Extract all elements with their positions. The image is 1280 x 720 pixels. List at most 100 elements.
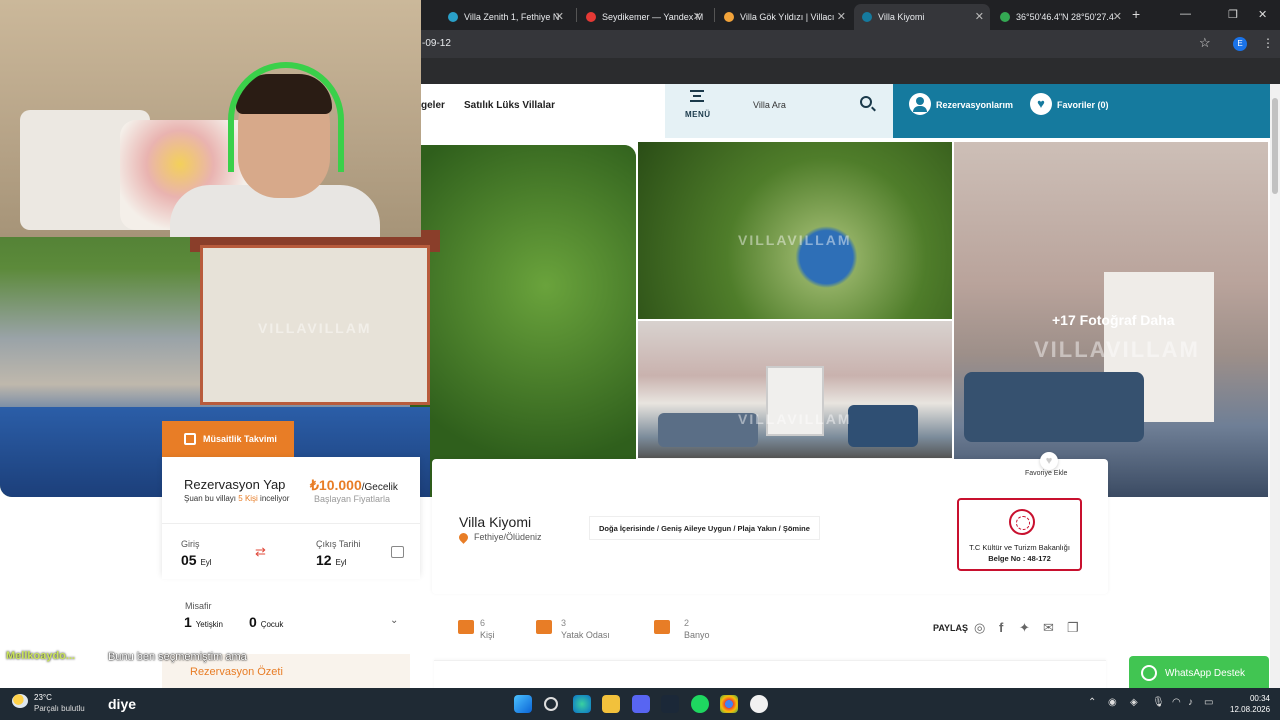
photo-sofa [964, 372, 1144, 442]
close-icon[interactable]: ✕ [555, 10, 564, 23]
user-icon[interactable] [909, 93, 931, 115]
children-label: Çocuk [260, 620, 284, 629]
adults-value: 1 [184, 614, 192, 630]
tab-villa-gok-yildizi[interactable]: Villa Gök Yıldızı | Villacı ✕ [716, 4, 852, 30]
my-reservations-link[interactable]: Rezervasyonlarım [936, 100, 1013, 110]
villa-search-input[interactable]: Villa Ara [753, 100, 786, 110]
typed-caption: diye [108, 696, 137, 712]
tray-app-icon[interactable]: ◈ [1130, 697, 1138, 708]
bookmark-star-icon[interactable]: ☆ [1199, 35, 1211, 51]
heart-icon[interactable]: ♥ [1040, 452, 1058, 470]
chrome-icon[interactable] [720, 695, 738, 713]
url-text[interactable]: -09-12 [422, 38, 451, 49]
price-note: Başlayan Fiyatlarla [314, 494, 391, 504]
file-explorer-icon[interactable] [602, 695, 620, 713]
spotify-icon[interactable] [691, 695, 709, 713]
discord-icon[interactable] [632, 695, 650, 713]
availability-calendar-label: Müsaitlik Takvimi [203, 434, 277, 444]
bed-icon [536, 620, 552, 634]
villa-location: Fethiye/Ölüdeniz [457, 530, 542, 544]
close-icon[interactable]: ✕ [1113, 10, 1122, 23]
tab-villa-kiyomi[interactable]: Villa Kiyomi ✕ [854, 4, 990, 30]
search-icon[interactable] [860, 96, 872, 108]
edge-icon[interactable] [573, 695, 591, 713]
tab-coordinates-map[interactable]: 36°50'46.4"N 28°50'27.4 ✕ [992, 4, 1128, 30]
chat-message: Bunu ben seçmemiştim ama [108, 651, 247, 663]
date-selector[interactable] [162, 523, 420, 579]
chevron-down-icon[interactable]: ⌄ [390, 615, 398, 626]
swap-arrows-icon: ⇄ [255, 544, 266, 559]
availability-calendar-tab[interactable]: Müsaitlik Takvimi [162, 421, 294, 457]
tab-divider [714, 8, 715, 22]
weather-condition[interactable]: Parçalı bulutlu [34, 704, 85, 713]
email-share-icon[interactable]: ✉ [1043, 620, 1054, 636]
reservation-summary-label: Rezervasyon Özeti [190, 666, 283, 678]
close-icon[interactable]: ✕ [837, 10, 846, 23]
microphone-icon[interactable]: 🎙 [1152, 697, 1165, 708]
photo-tree [410, 145, 636, 497]
nav-item-luxury-villas-for-sale[interactable]: Satılık Lüks Villalar [464, 100, 555, 111]
hamburger-menu-icon[interactable] [690, 90, 704, 102]
weather-icon[interactable] [12, 694, 28, 708]
scrollbar-thumb[interactable] [1272, 98, 1278, 194]
obs-icon[interactable] [750, 695, 768, 713]
checkin-date[interactable]: 05 Eyl [181, 552, 212, 568]
gallery-photo-garden[interactable]: VILLAVILLAM [638, 142, 952, 319]
more-photos-label[interactable]: +17 Fotoğraf Daha [1052, 312, 1175, 328]
license-number: Belge No : 48-172 [988, 554, 1051, 563]
steam-icon[interactable] [661, 695, 679, 713]
ministry-seal-icon [1009, 509, 1035, 535]
headphones-icon [228, 62, 344, 172]
whatsapp-support-button[interactable]: WhatsApp Destek [1129, 656, 1269, 690]
tab-label: Villa Gök Yıldızı | Villacı [740, 12, 835, 22]
battery-icon[interactable]: ▭ [1204, 697, 1213, 708]
close-icon[interactable]: ✕ [975, 10, 984, 23]
tray-app-icon[interactable]: ◉ [1108, 697, 1117, 708]
next-section [434, 660, 1106, 690]
checkout-date[interactable]: 12 Eyl [316, 552, 347, 568]
restore-icon[interactable]: ❐ [1228, 8, 1238, 21]
tab-villa-zenith[interactable]: Villa Zenith 1, Fethiye N ✕ [440, 4, 570, 30]
search-icon[interactable] [544, 697, 558, 711]
feature-guests-value: 6 [480, 618, 486, 628]
favorites-link[interactable]: Favoriler (0) [1057, 100, 1109, 110]
children-value: 0 [249, 614, 257, 630]
watermark: VILLAVILLAM [738, 232, 852, 248]
browser-menu-icon[interactable]: ⋮ [1262, 36, 1274, 50]
start-icon[interactable] [514, 695, 532, 713]
twitter-share-icon[interactable]: ✦ [1019, 620, 1030, 636]
photo-armchair [848, 405, 918, 447]
guests-label: Misafir [185, 601, 212, 611]
menu-label[interactable]: MENÜ [685, 110, 711, 119]
license-authority: T.C Kültür ve Turizm Bakanlığı [969, 543, 1070, 552]
checkin-label: Giriş [181, 539, 200, 549]
system-clock[interactable]: 00:34 12.08.2026 [1230, 693, 1270, 715]
checkout-month: Eyl [335, 558, 347, 567]
weather-temperature[interactable]: 23°C [34, 693, 52, 702]
tab-yandex-map[interactable]: Seydikemer — Yandex M ✕ [578, 4, 708, 30]
window-close-icon[interactable]: ✕ [1258, 8, 1267, 21]
feature-bathrooms-label: Banyo [684, 630, 710, 640]
add-to-favorites-label[interactable]: Favoriye Ekle [1025, 470, 1067, 477]
tray-overflow-icon[interactable]: ⌃ [1088, 697, 1096, 708]
calendar-icon[interactable] [391, 546, 404, 558]
facebook-share-icon[interactable]: f [999, 620, 1003, 635]
heart-icon[interactable]: ♥ [1030, 93, 1052, 115]
copy-link-icon[interactable]: ❐ [1067, 620, 1079, 636]
wifi-icon[interactable]: ◠ [1172, 697, 1181, 708]
tab-label: Seydikemer — Yandex M [602, 12, 704, 22]
whatsapp-share-icon[interactable]: ◎ [974, 620, 985, 636]
screen: Villa Zenith 1, Fethiye N ✕ Seydikemer —… [0, 0, 1280, 720]
minimize-icon[interactable]: — [1180, 8, 1191, 20]
adults-count[interactable]: 1 Yetişkin [184, 614, 223, 630]
new-tab-button[interactable]: + [1132, 6, 1140, 22]
gallery-photo-living-room[interactable]: VILLAVILLAM [638, 321, 952, 458]
watermark: VILLAVILLAM [1034, 337, 1200, 362]
children-count[interactable]: 0 Çocuk [249, 614, 283, 630]
volume-icon[interactable]: ♪ [1188, 697, 1193, 708]
profile-avatar[interactable]: E [1233, 37, 1247, 51]
adults-label: Yetişkin [195, 620, 223, 629]
tab-label: 36°50'46.4"N 28°50'27.4 [1016, 12, 1114, 22]
nav-item-partial[interactable]: geler [421, 100, 445, 111]
close-icon[interactable]: ✕ [693, 10, 702, 23]
